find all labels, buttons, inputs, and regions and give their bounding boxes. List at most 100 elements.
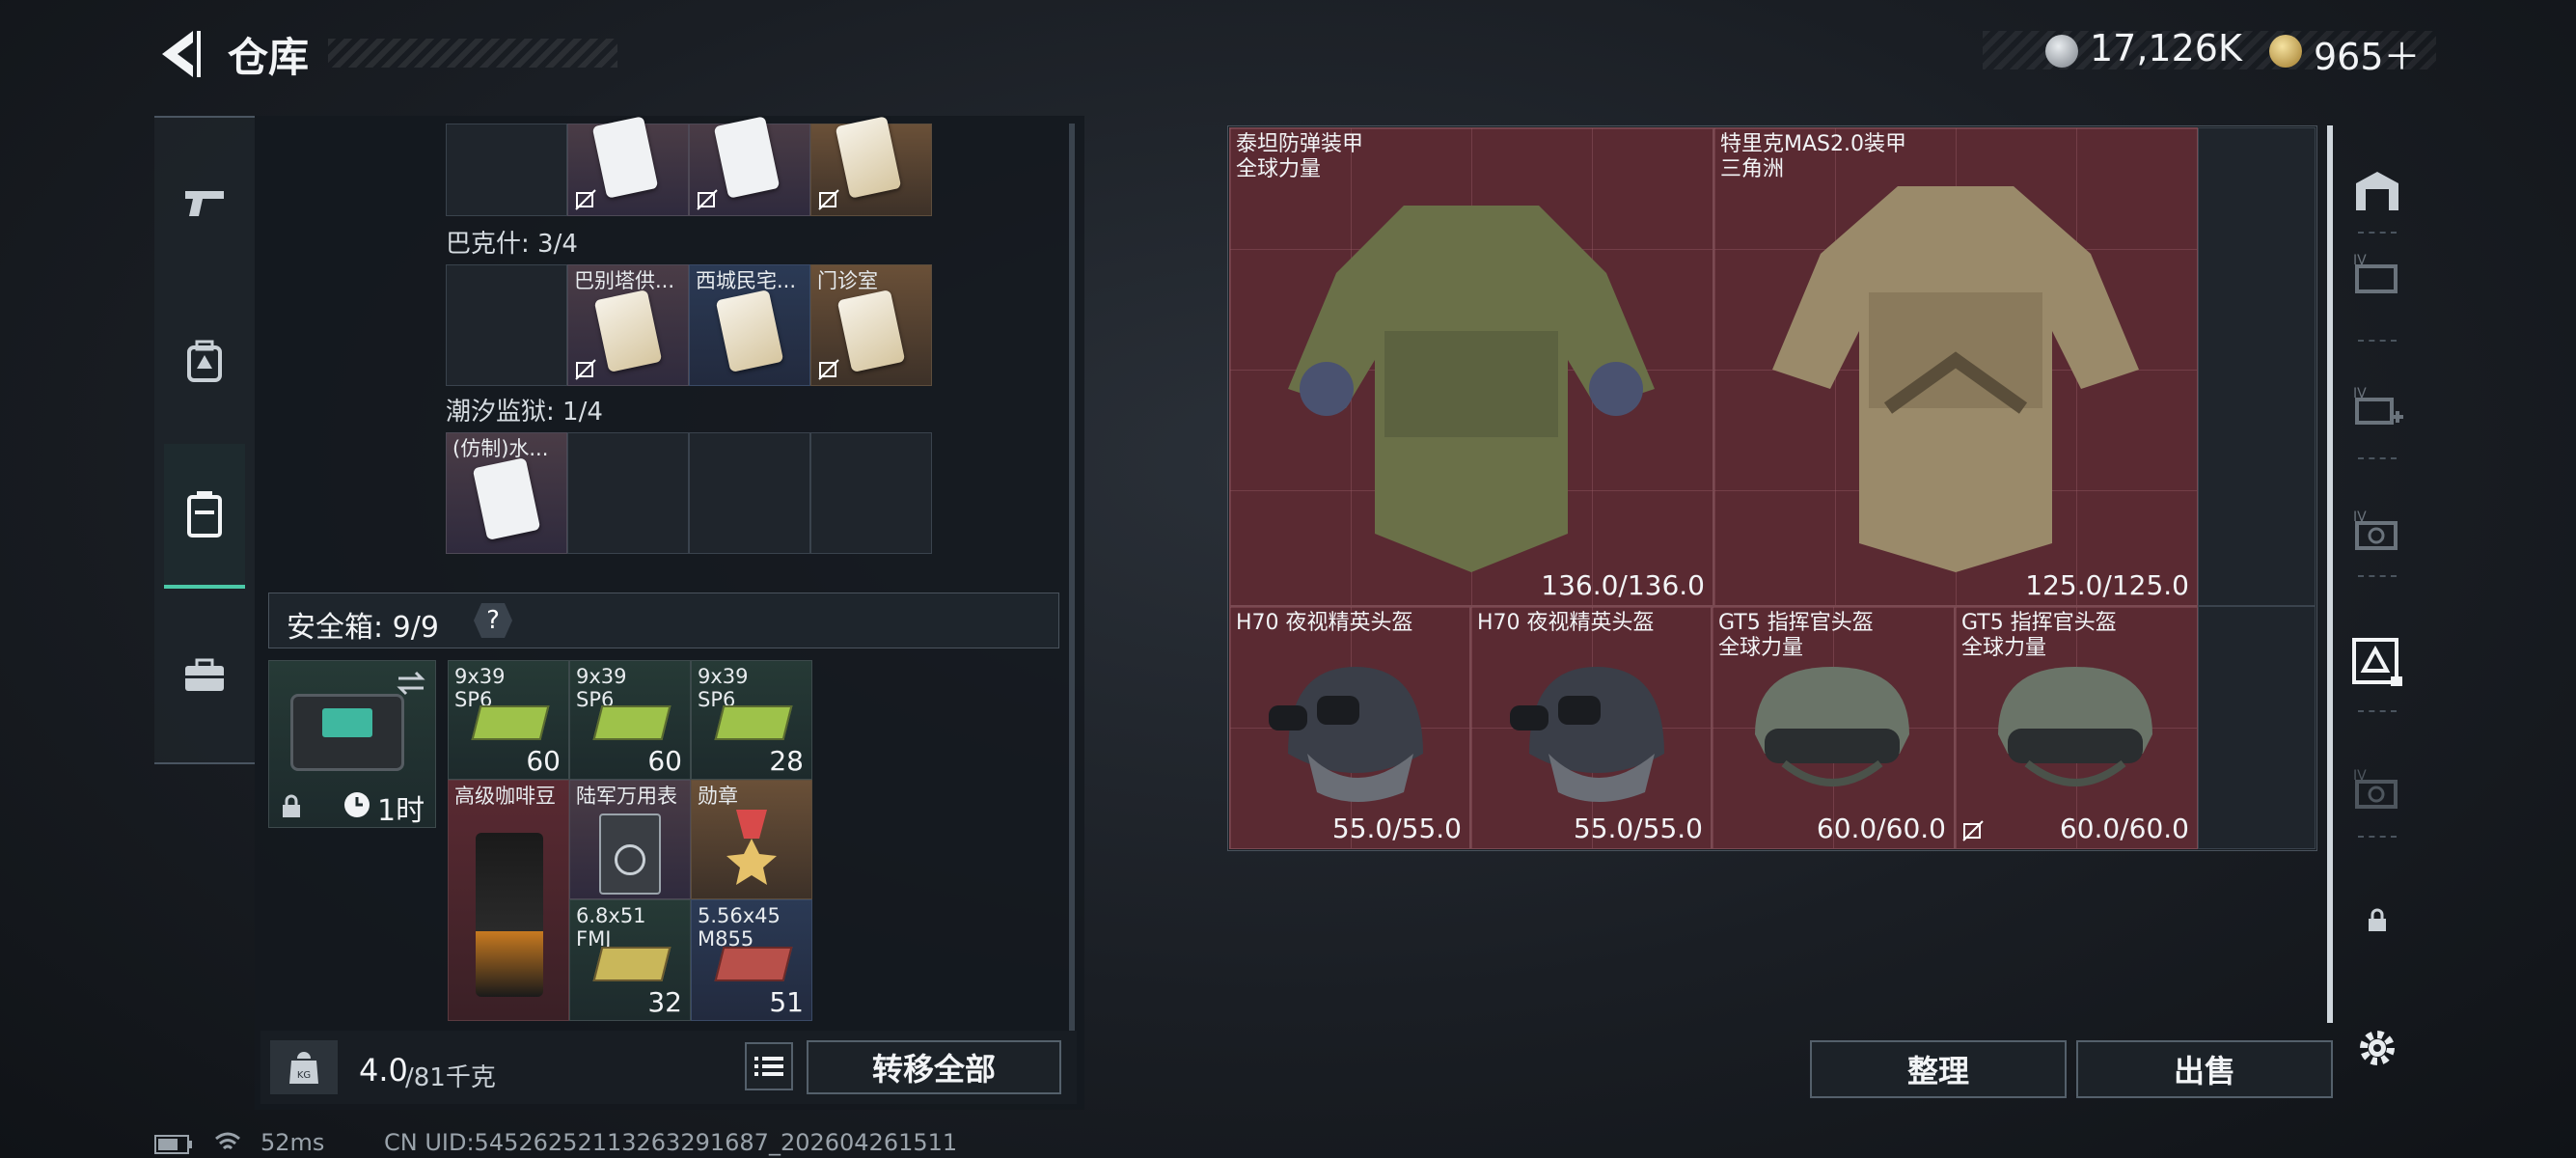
backpack-icon [187, 340, 222, 382]
durability: 60.0/60.0 [1816, 813, 1946, 844]
empty-slot[interactable] [446, 124, 567, 216]
nav-storage[interactable] [164, 444, 245, 589]
swap-icon[interactable] [395, 669, 427, 698]
wifi-icon [215, 1132, 240, 1150]
nav-divider [2358, 836, 2397, 838]
armor-item[interactable]: 特里克MAS2.0装甲 三角洲 125.0/125.0 [1713, 127, 2198, 606]
ammo-slot[interactable]: 9x39 SP6 28 [691, 660, 812, 780]
keycard-icon [591, 116, 659, 199]
empty-slot[interactable] [446, 264, 567, 386]
empty-slot[interactable] [2198, 606, 2316, 849]
unlinked-icon [697, 189, 718, 210]
storage-box-icon: IV [2353, 253, 2398, 293]
item-name: 西城民宅... [696, 269, 797, 292]
gear-icon [2360, 1031, 2395, 1065]
durability: 55.0/55.0 [1331, 813, 1462, 844]
storage-tab-6[interactable]: IV [2346, 758, 2408, 820]
storage-tab-4[interactable]: IV [2346, 500, 2408, 562]
locked-tab[interactable] [2346, 890, 2408, 951]
empty-slot[interactable] [2198, 127, 2316, 606]
warehouse-icon [2356, 172, 2398, 210]
item-name: 陆军万用表 [576, 785, 677, 808]
helmet-item[interactable]: GT5 指挥官头盔 全球力量 60.0/60.0 [1955, 606, 2198, 849]
nav-weapons[interactable] [164, 164, 245, 241]
back-arrow-icon[interactable] [154, 27, 203, 81]
item-count: 51 [769, 986, 804, 1018]
storage-tab-armor[interactable] [2346, 631, 2408, 693]
coffee-bag-icon [476, 833, 543, 997]
item-slot-medal[interactable]: 勋章 [691, 780, 812, 899]
safebox-container[interactable]: 1时 [268, 660, 436, 828]
item-name: 9x39 SP6 [576, 665, 627, 711]
nav-equipment[interactable] [164, 322, 245, 400]
safebox-header: 安全箱: 9/9 ? [268, 593, 1059, 648]
storage-tab-1[interactable] [2346, 160, 2408, 222]
nav-divider [2358, 457, 2397, 459]
item-name: 6.8x51 FMJ [576, 904, 646, 951]
body-armor-icon [1772, 186, 2139, 572]
storage-tab-2[interactable]: IV [2346, 243, 2408, 305]
list-view-button[interactable] [745, 1042, 793, 1090]
weight-bar: KG 4.0 /81千克 转移全部 [260, 1031, 1077, 1104]
item-slot-multimeter[interactable]: 陆军万用表 [569, 780, 691, 899]
ammo-slot[interactable]: 9x39 SP6 60 [448, 660, 569, 780]
item-name: 勋章 [698, 785, 738, 808]
empty-slot[interactable] [689, 432, 810, 554]
empty-slot[interactable] [567, 432, 689, 554]
uid-text: CN UID:54526252113263291687_202604261511 [384, 1129, 958, 1156]
map-label-tide-prison: 潮汐监狱: 1/4 [446, 398, 603, 427]
keycard-slot[interactable]: 西城民宅... [689, 264, 810, 386]
durability: 125.0/125.0 [2025, 569, 2189, 601]
storage-scrollbar[interactable] [2327, 125, 2333, 1023]
nav-toolbox[interactable] [164, 637, 245, 714]
gold-coin-icon [2269, 35, 2302, 68]
armor-box-icon [2352, 638, 2402, 686]
keycard-slot[interactable] [567, 116, 689, 216]
silver-coin-icon [2045, 35, 2078, 68]
item-name: H70 夜视精英头盔 [1236, 611, 1413, 635]
durability: 60.0/60.0 [2059, 813, 2189, 844]
nav-divider [2358, 340, 2397, 342]
list-icon [754, 1057, 783, 1076]
ammo-slot[interactable]: 6.8x51 FMJ 32 [569, 899, 691, 1021]
lock-icon [2369, 908, 2386, 931]
item-name: 泰坦防弹装甲 [1236, 132, 1364, 156]
safebox-timer: 1时 [377, 794, 425, 828]
item-name: 9x39 SP6 [698, 665, 749, 711]
empty-slot[interactable] [810, 432, 932, 554]
keycard-icon [836, 290, 906, 372]
ammo-box-icon [592, 947, 671, 981]
ammo-slot[interactable]: 5.56x45 M855 51 [691, 899, 812, 1021]
sell-button[interactable]: 出售 [2076, 1040, 2333, 1098]
item-slot-coffee[interactable]: 高级咖啡豆 [448, 780, 569, 1021]
unlinked-icon [575, 189, 596, 210]
helmet-item[interactable]: H70 夜视精英头盔 55.0/55.0 [1470, 606, 1712, 849]
keycard-icon [713, 116, 781, 199]
keycard-slot[interactable] [689, 116, 810, 216]
keycard-slot[interactable]: 门诊室 [810, 264, 932, 386]
keycard-slot[interactable]: 巴别塔供... [567, 264, 689, 386]
ammo-box-icon [471, 705, 550, 740]
storage-tab-3[interactable]: IV [2346, 376, 2408, 438]
helmet-item[interactable]: GT5 指挥官头盔 全球力量 60.0/60.0 [1712, 606, 1955, 849]
transfer-all-button[interactable]: 转移全部 [807, 1040, 1061, 1094]
helmet-item[interactable]: H70 夜视精英头盔 55.0/55.0 [1229, 606, 1470, 849]
nav-divider [2358, 710, 2397, 712]
settings-button[interactable] [2346, 1017, 2408, 1079]
armor-item[interactable]: 泰坦防弹装甲 全球力量 136.0/136.0 [1229, 127, 1713, 606]
item-name: GT5 指挥官头盔 [1718, 611, 1874, 635]
unlinked-icon [575, 359, 596, 380]
nav-divider [2358, 232, 2397, 234]
ammo-slot[interactable]: 9x39 SP6 60 [569, 660, 691, 780]
help-button[interactable]: ? [474, 603, 512, 638]
unlinked-icon [818, 189, 839, 210]
keycard-slot[interactable]: (仿制)水... [446, 432, 567, 554]
ping-text: 52ms [260, 1129, 325, 1156]
inventory-scrollbar[interactable] [1069, 124, 1075, 1031]
weight-icon-box: KG [270, 1040, 338, 1094]
sort-button[interactable]: 整理 [1810, 1040, 2067, 1098]
keycard-slot[interactable] [810, 116, 932, 216]
locker-icon [187, 491, 222, 538]
currency-gold[interactable]: 965＋ [2314, 27, 2421, 80]
safebox-label: 安全箱: 9/9 [287, 611, 439, 645]
